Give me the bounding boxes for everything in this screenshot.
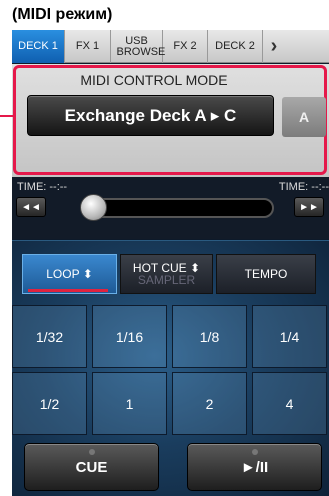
- pad-1-4[interactable]: 1/4: [252, 305, 327, 368]
- app-screen: DECK 1 FX 1 USB BROWSE FX 2 DECK 2 › MID…: [12, 30, 329, 496]
- pad-2[interactable]: 2: [172, 372, 247, 435]
- tempo-mode-tab[interactable]: TEMPO: [216, 254, 316, 294]
- cue-button[interactable]: CUE: [24, 443, 159, 491]
- deck-letter-button[interactable]: A: [282, 97, 326, 137]
- tab-fx-1[interactable]: FX 1: [65, 30, 111, 63]
- skip-forward-icon[interactable]: ►►: [294, 197, 324, 217]
- tab-deck-2[interactable]: DECK 2: [208, 30, 263, 63]
- exchange-deck-button[interactable]: Exchange Deck A ▸ C: [27, 95, 274, 136]
- pad-area: LOOP ⬍ HOT CUE ⬍ SAMPLER TEMPO 1/32 1/16…: [12, 240, 329, 496]
- play-pause-button[interactable]: ►/II: [187, 443, 322, 491]
- pad-1-32[interactable]: 1/32: [12, 305, 87, 368]
- time-left: TIME: --:--: [17, 181, 68, 193]
- pad-1-8[interactable]: 1/8: [172, 305, 247, 368]
- cue-indicator-dot: [88, 449, 95, 455]
- seek-track[interactable]: [82, 198, 274, 218]
- chevron-right-icon[interactable]: ›: [263, 30, 285, 63]
- pad-1-2[interactable]: 1/2: [12, 372, 87, 435]
- pad-1-16[interactable]: 1/16: [92, 305, 167, 368]
- midi-control-panel: MIDI CONTROL MODE Exchange Deck A ▸ C A: [12, 64, 329, 177]
- hotcue-mode-tab[interactable]: HOT CUE ⬍ SAMPLER: [120, 254, 213, 294]
- midi-mode-title: MIDI CONTROL MODE: [80, 72, 228, 88]
- tab-bar: DECK 1 FX 1 USB BROWSE FX 2 DECK 2 ›: [12, 30, 329, 63]
- loop-mode-tab[interactable]: LOOP ⬍: [22, 254, 117, 294]
- callout-pointer: [0, 115, 14, 117]
- active-mode-indicator: [28, 289, 108, 292]
- play-pause-label: ►/II: [240, 458, 269, 476]
- pad-4[interactable]: 4: [252, 372, 327, 435]
- tempo-mode-label: TEMPO: [244, 267, 288, 281]
- seek-area: TIME: --:-- TIME: --:-- ◄◄ ►►: [12, 177, 329, 239]
- tab-deck-1[interactable]: DECK 1: [12, 30, 65, 63]
- loop-mode-label: LOOP ⬍: [46, 267, 93, 281]
- tab-usb-browse-label: USB BROWSE: [116, 34, 166, 58]
- pad-grid: 1/32 1/16 1/8 1/4 1/2 1 2 4: [12, 305, 329, 435]
- time-right: TIME: --:--: [278, 181, 329, 193]
- tab-usb-browse[interactable]: USB BROWSE: [111, 30, 166, 63]
- cue-label: CUE: [75, 458, 108, 476]
- tab-fx-2[interactable]: FX 2: [163, 30, 208, 63]
- skip-back-icon[interactable]: ◄◄: [16, 197, 46, 217]
- play-indicator-dot: [251, 449, 258, 455]
- sampler-mode-label: SAMPLER: [137, 273, 196, 287]
- pad-1[interactable]: 1: [92, 372, 167, 435]
- caption: (MIDI режим): [12, 6, 113, 23]
